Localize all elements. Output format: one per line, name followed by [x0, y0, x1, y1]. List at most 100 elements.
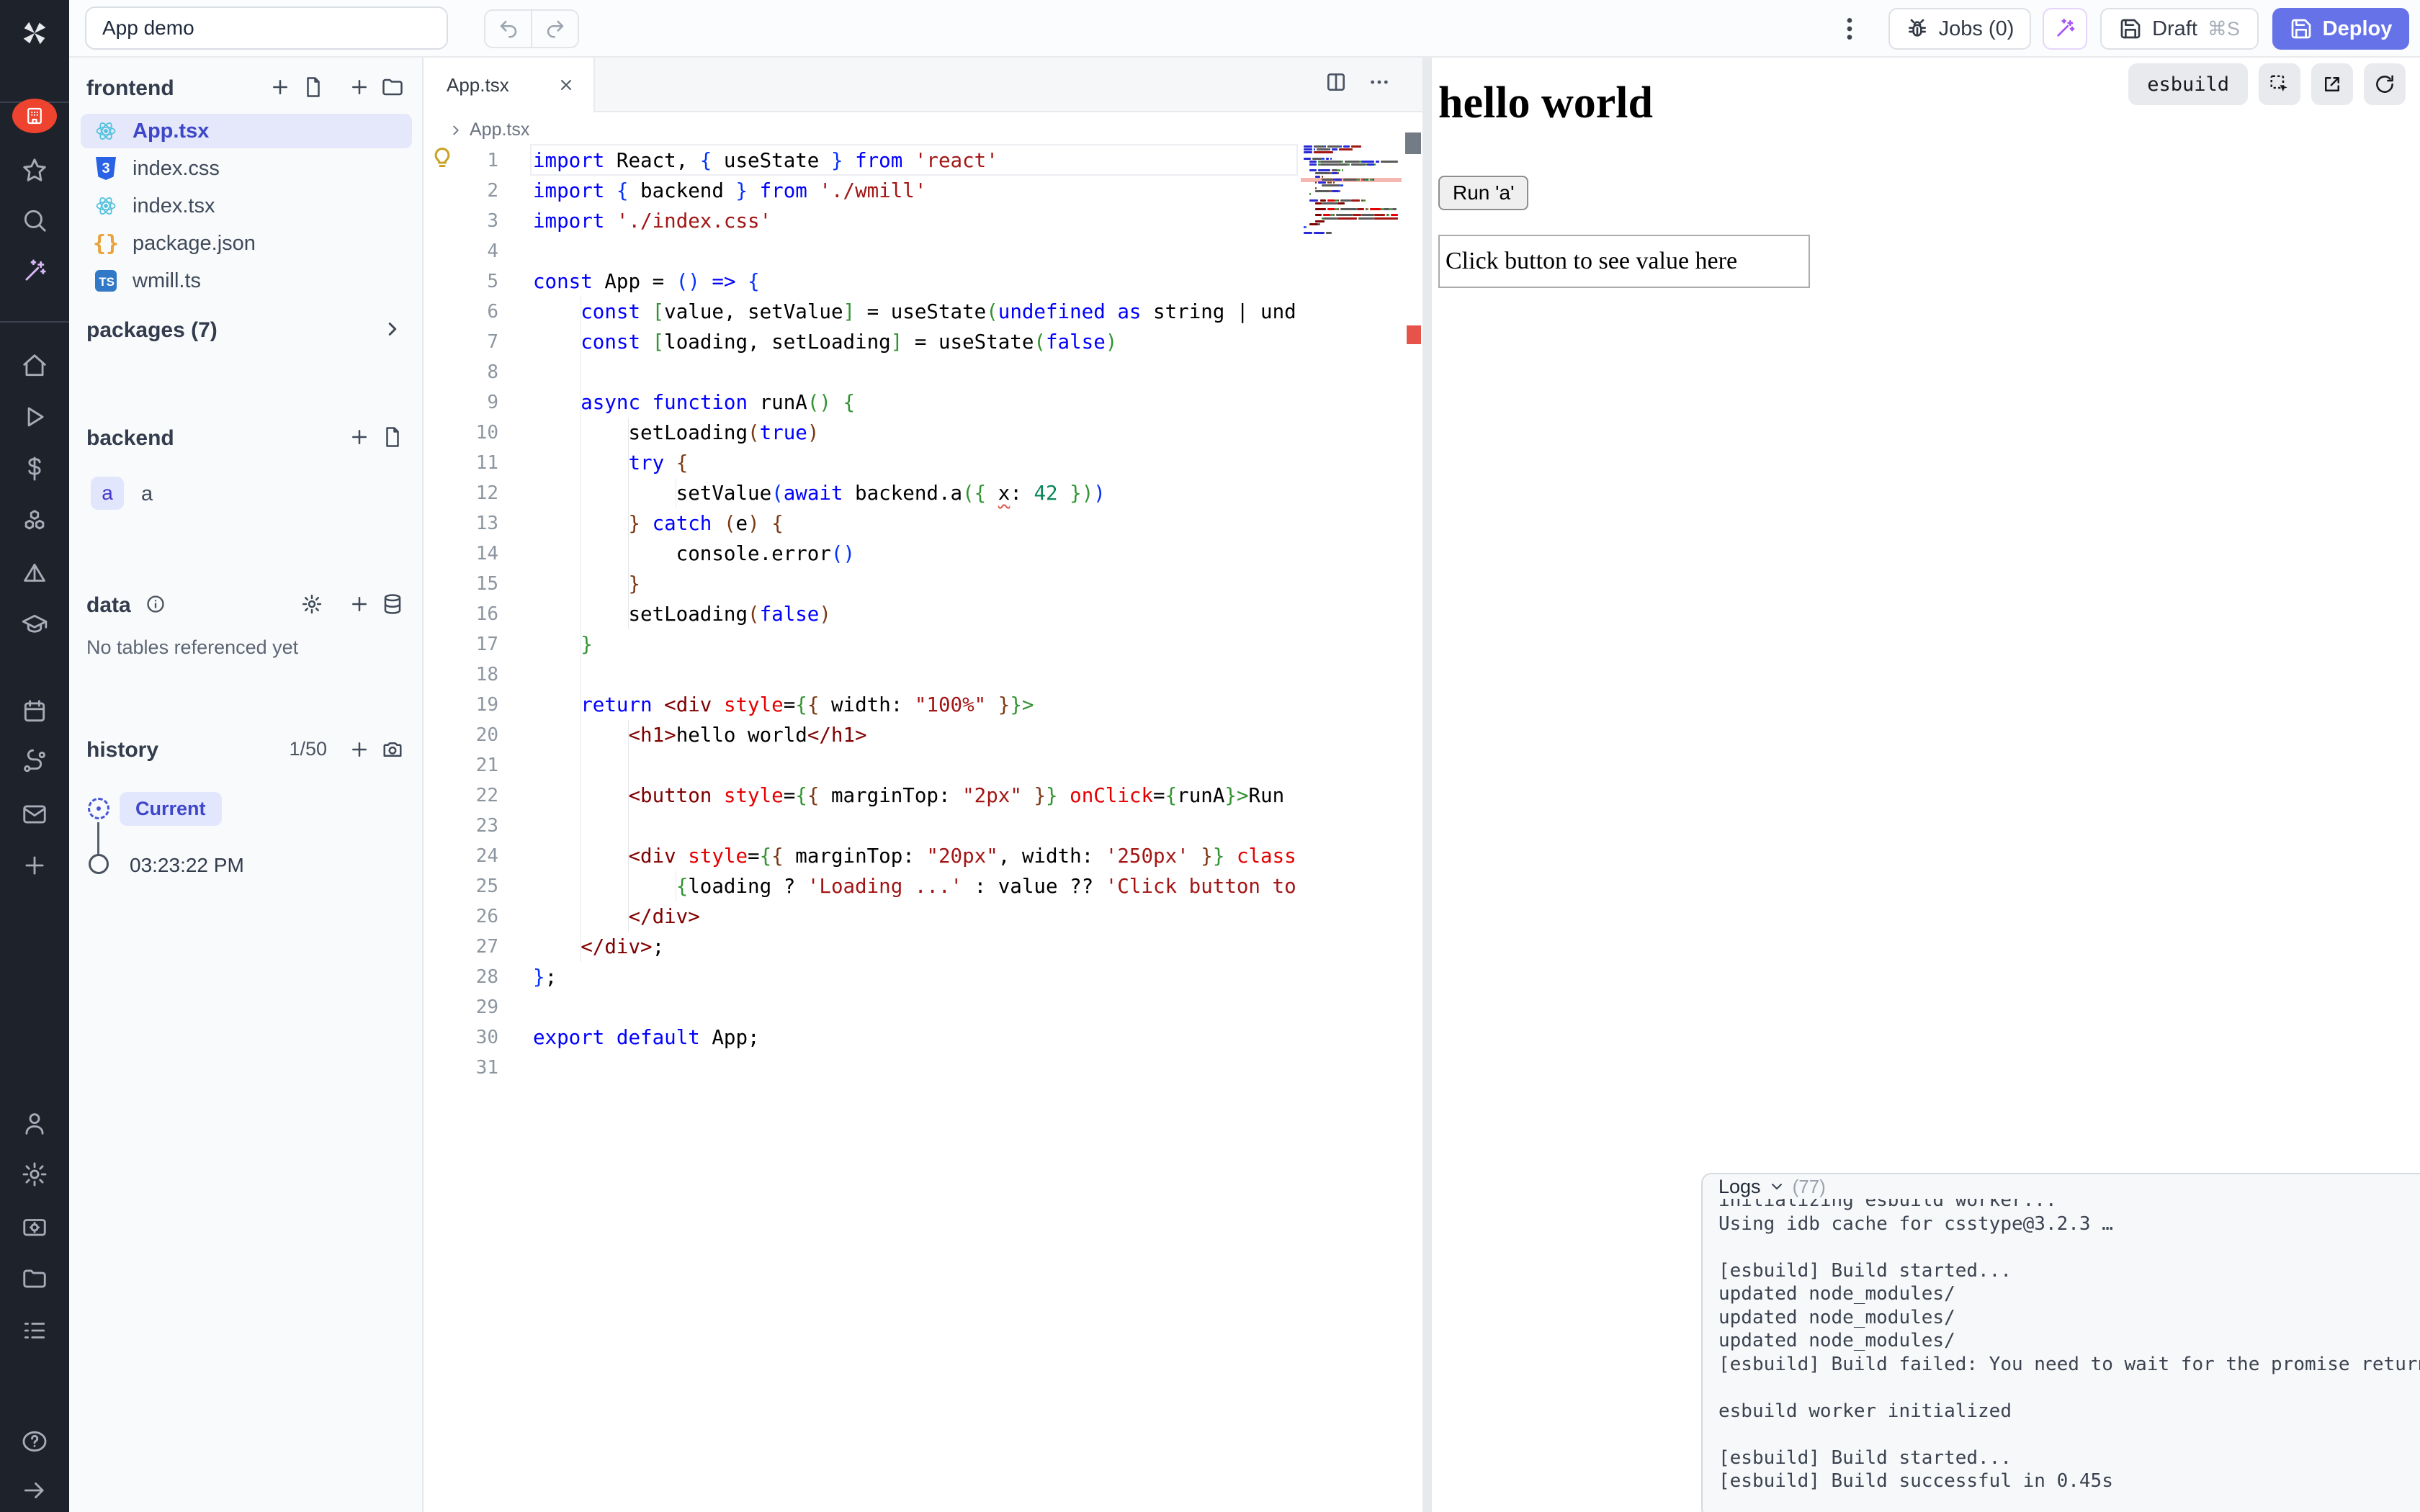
refresh-preview-button[interactable] [2364, 63, 2406, 105]
add-icon[interactable] [349, 593, 370, 615]
tab-app-tsx[interactable]: App.tsx [424, 58, 595, 112]
panel-resize-divider[interactable] [1422, 58, 1432, 1512]
code-area[interactable]: 1import React, { useState } from 'react'… [424, 138, 1301, 1512]
gear-icon[interactable] [301, 593, 323, 615]
camera-icon[interactable] [382, 739, 403, 760]
code-line-26[interactable]: 26 </div> [424, 901, 1301, 932]
redo-button[interactable] [532, 11, 578, 47]
add-icon[interactable] [269, 76, 291, 98]
runs-play-icon[interactable] [0, 394, 69, 440]
code-line-12[interactable]: 12 setValue(await backend.a({ x: 42 })) [424, 478, 1301, 508]
close-icon[interactable] [557, 76, 575, 94]
code-line-19[interactable]: 19 return <div style={{ width: "100%" }}… [424, 690, 1301, 720]
add-icon[interactable] [349, 76, 370, 98]
file-item-index-tsx[interactable]: index.tsx [81, 189, 412, 223]
code-line-27[interactable]: 27 </div>; [424, 932, 1301, 962]
more-menu-button[interactable] [1835, 13, 1864, 45]
code-line-9[interactable]: 9 async function runA() { [424, 387, 1301, 418]
code-line-8[interactable]: 8 [424, 357, 1301, 387]
audit-list-icon[interactable] [0, 1308, 69, 1354]
split-editor-button[interactable] [1325, 71, 1348, 94]
code-line-14[interactable]: 14 console.error() [424, 539, 1301, 569]
code-line-24[interactable]: 24 <div style={{ marginTop: "20px", widt… [424, 841, 1301, 871]
history-entry-time[interactable]: 03:23:22 PM [130, 854, 244, 877]
code-line-30[interactable]: 30export default App; [424, 1022, 1301, 1053]
backend-script-name[interactable]: a [141, 482, 153, 506]
code-line-10[interactable]: 10 setLoading(true) [424, 418, 1301, 448]
jobs-button[interactable]: Jobs (0) [1888, 8, 2031, 50]
code-line-25[interactable]: 25 {loading ? 'Loading ...' : value ?? '… [424, 871, 1301, 901]
variables-pyramid-icon[interactable] [0, 551, 69, 597]
logs-header[interactable]: Logs (77) [1703, 1174, 2420, 1199]
code-line-7[interactable]: 7 const [loading, setLoading] = useState… [424, 327, 1301, 357]
logs-output[interactable]: initializing esbuild worker... Using idb… [1718, 1189, 2420, 1493]
app-name-input[interactable] [85, 6, 448, 50]
undo-button[interactable] [485, 11, 532, 47]
new-file-icon[interactable] [382, 426, 403, 448]
code-line-21[interactable]: 21 [424, 750, 1301, 780]
code-line-20[interactable]: 20 <h1>hello world</h1> [424, 720, 1301, 750]
resources-cubes-icon[interactable] [0, 498, 69, 544]
folders-icon[interactable] [0, 1256, 69, 1302]
magic-wand-icon[interactable] [0, 248, 69, 294]
editor-more-button[interactable] [1368, 71, 1391, 94]
editor-scrollbar[interactable] [1404, 81, 1422, 1512]
code-line-5[interactable]: 5const App = () => { [424, 266, 1301, 297]
code-line-1[interactable]: 1import React, { useState } from 'react' [424, 145, 1301, 176]
code-line-15[interactable]: 15 } [424, 569, 1301, 599]
star-icon[interactable] [0, 147, 69, 193]
scrollbar-thumb[interactable] [1405, 132, 1421, 154]
new-folder-icon[interactable] [382, 76, 403, 98]
code-line-23[interactable]: 23 [424, 811, 1301, 841]
open-external-button[interactable] [2311, 63, 2353, 105]
workers-box-icon[interactable] [0, 1204, 69, 1250]
react-icon [95, 195, 117, 217]
code-line-4[interactable]: 4 [424, 236, 1301, 266]
code-line-28[interactable]: 28}; [424, 962, 1301, 992]
new-file-icon[interactable] [302, 76, 324, 98]
code-line-31[interactable]: 31 [424, 1053, 1301, 1083]
code-line-16[interactable]: 16 setLoading(false) [424, 599, 1301, 629]
file-item-index-css[interactable]: 3 index.css [81, 151, 412, 186]
mail-icon[interactable] [0, 791, 69, 837]
add-icon[interactable] [349, 739, 370, 760]
help-circle-icon[interactable] [0, 1418, 69, 1464]
flows-route-icon[interactable] [0, 739, 69, 785]
breadcrumb[interactable]: App.tsx [448, 120, 529, 140]
search-icon[interactable] [0, 197, 69, 243]
database-icon[interactable] [382, 593, 403, 615]
code-line-29[interactable]: 29 [424, 992, 1301, 1022]
code-line-2[interactable]: 2import { backend } from './wmill' [424, 176, 1301, 206]
user-icon[interactable] [0, 1100, 69, 1146]
deploy-button[interactable]: Deploy [2272, 8, 2409, 50]
backend-script-badge[interactable]: a [91, 477, 124, 510]
typescript-icon: TS [95, 270, 117, 292]
plus-icon[interactable] [0, 842, 69, 888]
code-line-13[interactable]: 13 } catch (e) { [424, 508, 1301, 539]
code-line-18[interactable]: 18 [424, 660, 1301, 690]
minimap[interactable] [1304, 138, 1397, 1512]
draft-save-button[interactable]: Draft ⌘S [2100, 8, 2259, 50]
inspect-element-button[interactable] [2259, 63, 2300, 105]
collapse-arrow-right-icon[interactable] [0, 1467, 69, 1512]
code-line-17[interactable]: 17 } [424, 629, 1301, 660]
calendar-icon[interactable] [0, 688, 69, 734]
dollar-icon[interactable] [0, 446, 69, 492]
file-item-wmill-ts[interactable]: TS wmill.ts [81, 264, 412, 298]
history-current-pill[interactable]: Current [120, 792, 222, 826]
ai-assistant-button[interactable] [2043, 8, 2087, 50]
schedules-cap-icon[interactable] [0, 602, 69, 648]
code-line-22[interactable]: 22 <button style={{ marginTop: "2px" }} … [424, 780, 1301, 811]
code-line-6[interactable]: 6 const [value, setValue] = useState(und… [424, 297, 1301, 327]
add-icon[interactable] [349, 426, 370, 448]
file-item-package-json[interactable]: {} package.json [81, 226, 412, 261]
run-a-button[interactable]: Run 'a' [1438, 176, 1528, 210]
file-item-app-tsx[interactable]: App.tsx [81, 114, 412, 148]
settings-gear-icon[interactable] [0, 1151, 69, 1197]
code-line-11[interactable]: 11 try { [424, 448, 1301, 478]
chevron-down-icon[interactable] [1768, 1178, 1785, 1195]
apps-icon[interactable] [0, 93, 69, 139]
home-icon[interactable] [0, 343, 69, 389]
code-line-3[interactable]: 3import './index.css' [424, 206, 1301, 236]
packages-expand[interactable] [382, 318, 403, 340]
